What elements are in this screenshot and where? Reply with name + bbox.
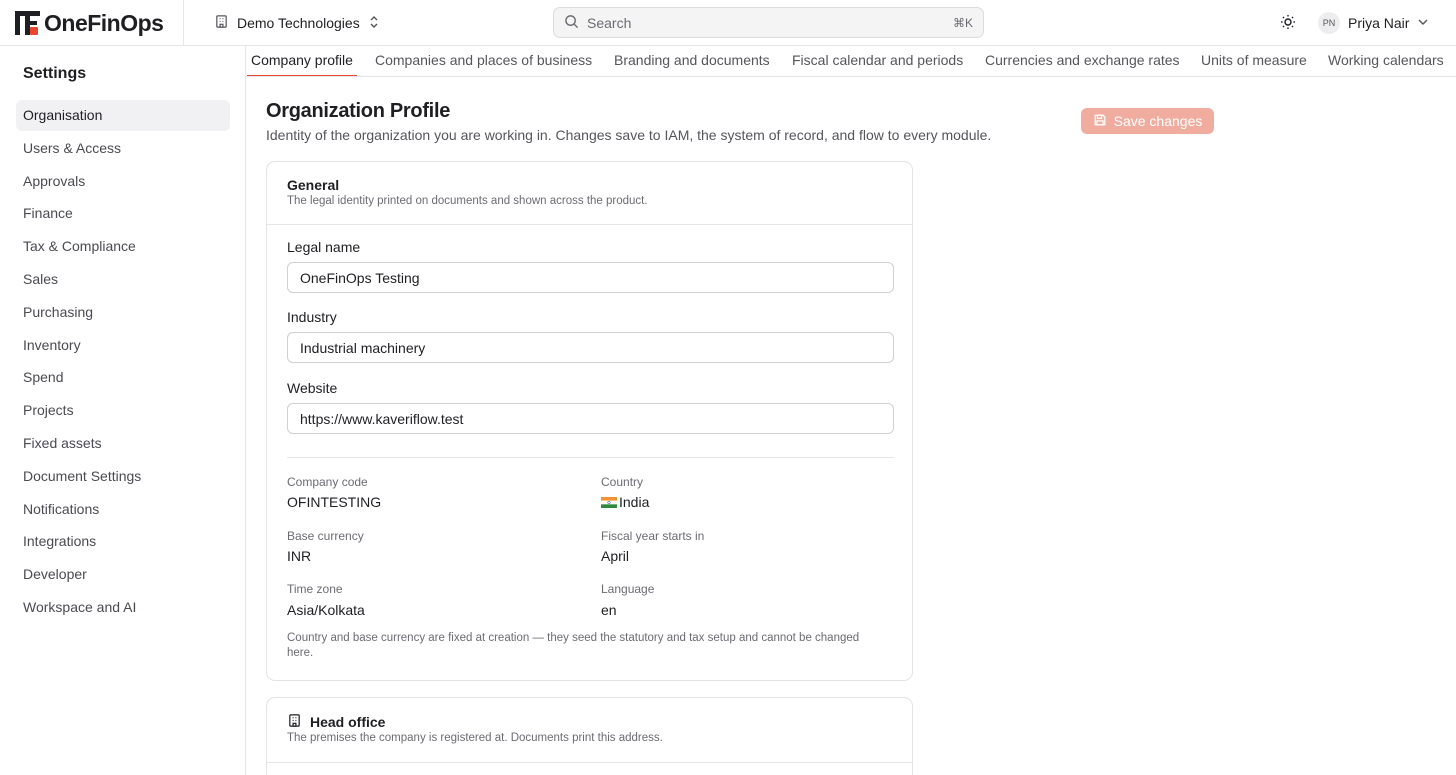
general-divider [287, 457, 894, 458]
sidebar-item-sales[interactable]: Sales [16, 264, 230, 295]
general-card-header: General The legal identity printed on do… [267, 162, 912, 225]
top-bar: OneFinOps Demo Technologies Search ⌘K PN… [0, 0, 1456, 46]
website-input[interactable] [287, 403, 894, 434]
head-office-divider [267, 762, 912, 763]
tab-branding-documents[interactable]: Branding and documents [614, 46, 770, 76]
head-office-card: Head office The premises the company is … [266, 697, 913, 775]
sidebar-item-fixed-assets[interactable]: Fixed assets [16, 428, 230, 459]
tab-units-of-measure[interactable]: Units of measure [1201, 46, 1307, 76]
sidebar-item-purchasing[interactable]: Purchasing [16, 297, 230, 328]
theme-toggle-button[interactable] [1278, 13, 1298, 33]
sidebar-item-workspace-ai[interactable]: Workspace and AI [16, 592, 230, 623]
user-menu[interactable]: PN Priya Nair [1318, 11, 1429, 35]
sidebar-item-document-settings[interactable]: Document Settings [16, 461, 230, 492]
user-name: Priya Nair [1348, 15, 1410, 31]
chevron-down-icon [1417, 15, 1429, 31]
head-office-description: The premises the company is registered a… [287, 732, 663, 744]
sidebar-item-tax-compliance[interactable]: Tax & Compliance [16, 231, 230, 262]
fixed-fields-note: Country and base currency are fixed at c… [287, 632, 860, 659]
save-icon [1093, 113, 1107, 130]
country-value: India [619, 494, 650, 510]
base-currency-label: Base currency [287, 529, 364, 543]
sidebar-item-projects[interactable]: Projects [16, 395, 230, 426]
website-label: Website [287, 380, 338, 396]
save-button[interactable]: Save changes [1081, 108, 1214, 134]
logo-mark-icon [15, 10, 41, 36]
tab-fiscal-calendar[interactable]: Fiscal calendar and periods [792, 46, 963, 76]
settings-tabs: Company profile Companies and places of … [246, 46, 1456, 77]
general-card: General The legal identity printed on do… [266, 161, 913, 681]
base-currency-value: INR [287, 548, 312, 564]
brand-logo[interactable]: OneFinOps [15, 9, 164, 37]
sidebar-item-spend[interactable]: Spend [16, 362, 230, 393]
fiscal-year-value: April [601, 548, 630, 564]
building-icon [287, 713, 302, 731]
sidebar-item-inventory[interactable]: Inventory [16, 330, 230, 361]
search-icon [564, 14, 579, 32]
legal-name-label: Legal name [287, 239, 361, 255]
language-value: en [601, 602, 617, 618]
sidebar-nav: Organisation Users & Access Approvals Fi… [16, 100, 230, 625]
tab-companies-places[interactable]: Companies and places of business [375, 46, 592, 76]
industry-input[interactable] [287, 332, 894, 363]
language-label: Language [601, 582, 655, 596]
building-icon [214, 14, 229, 32]
company-code-value: OFINTESTING [287, 494, 382, 510]
page-title: Organization Profile [266, 100, 451, 122]
chevron-updown-icon [368, 15, 380, 32]
tab-currencies[interactable]: Currencies and exchange rates [985, 46, 1180, 76]
head-office-header: Head office [287, 713, 385, 731]
sun-icon [1280, 14, 1296, 33]
sidebar-item-integrations[interactable]: Integrations [16, 526, 230, 557]
sidebar-item-finance[interactable]: Finance [16, 198, 230, 229]
sidebar-item-organisation[interactable]: Organisation [16, 100, 230, 131]
company-code-label: Company code [287, 475, 368, 489]
save-button-label: Save changes [1113, 113, 1203, 129]
search-placeholder: Search [587, 14, 632, 31]
top-divider [183, 0, 184, 46]
tab-working-calendars[interactable]: Working calendars [1328, 46, 1444, 76]
brand-name: OneFinOps [44, 9, 164, 36]
country-field: India [601, 494, 649, 510]
org-switcher[interactable]: Demo Technologies [214, 13, 380, 33]
sidebar-item-users-access[interactable]: Users & Access [16, 133, 230, 164]
org-name: Demo Technologies [237, 15, 360, 31]
country-label: Country [601, 475, 644, 489]
time-zone-label: Time zone [287, 582, 343, 596]
settings-sidebar: Settings Organisation Users & Access App… [0, 46, 246, 775]
india-flag-icon [601, 497, 617, 508]
sidebar-item-developer[interactable]: Developer [16, 559, 230, 590]
tab-company-profile[interactable]: Company profile [247, 46, 357, 76]
search-bar[interactable]: Search ⌘K [553, 7, 984, 38]
legal-name-input[interactable] [287, 262, 894, 293]
sidebar-item-approvals[interactable]: Approvals [16, 166, 230, 197]
time-zone-value: Asia/Kolkata [287, 602, 365, 618]
general-description: The legal identity printed on documents … [287, 195, 648, 207]
sidebar-item-notifications[interactable]: Notifications [16, 494, 230, 525]
avatar: PN [1318, 12, 1340, 34]
search-shortcut: ⌘K [952, 15, 973, 30]
general-title: General [287, 177, 340, 193]
page-subtitle: Identity of the organization you are wor… [266, 127, 992, 143]
head-office-title: Head office [310, 714, 386, 730]
industry-label: Industry [287, 309, 337, 325]
fiscal-year-label: Fiscal year starts in [601, 529, 705, 543]
sidebar-title: Settings [23, 65, 87, 82]
